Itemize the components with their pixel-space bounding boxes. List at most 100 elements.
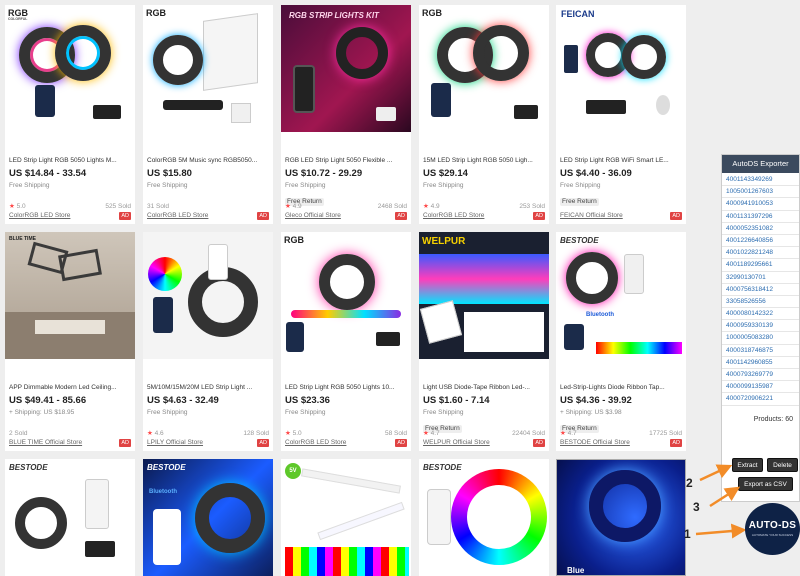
- product-title[interactable]: Light USB Diode-Tape Ribbon Led-...: [423, 383, 545, 392]
- product-title[interactable]: ColorRGB 5M Music sync RGB5050...: [147, 156, 269, 165]
- store-link[interactable]: Gleco Official Store: [285, 212, 341, 219]
- product-card[interactable]: FEICAN LED Strip Light RGB WiFi Smart LE…: [556, 5, 686, 224]
- product-id[interactable]: 4001143349269: [722, 174, 799, 187]
- product-id[interactable]: 4001189295661: [722, 259, 799, 272]
- product-title[interactable]: RGB LED Strip Light 5050 Flexible ...: [285, 156, 407, 165]
- product-id[interactable]: 1005001267603: [722, 186, 799, 199]
- product-id[interactable]: 4001226640856: [722, 235, 799, 248]
- product-image[interactable]: RGB: [281, 232, 411, 359]
- product-image[interactable]: BESTODE: [5, 459, 135, 576]
- sold-count: 22404 Sold: [512, 430, 545, 437]
- product-id[interactable]: 4000756318412: [722, 284, 799, 296]
- product-title[interactable]: LED Strip Light RGB WiFi Smart LE...: [560, 156, 682, 165]
- brand-logo-feican: FEICAN: [561, 9, 595, 19]
- rating: 4.9: [292, 203, 302, 210]
- ad-badge: AD: [670, 439, 682, 447]
- store-link[interactable]: LPILY Official Store: [147, 439, 203, 446]
- store-link[interactable]: ColorRGB LED Store: [423, 212, 484, 219]
- product-price: US $4.63 - 32.49: [147, 395, 219, 406]
- product-image[interactable]: BLUE TIME: [5, 232, 135, 359]
- brand-logo-bestode: BESTODE: [9, 463, 48, 472]
- product-id[interactable]: 4001022821248: [722, 247, 799, 260]
- product-image[interactable]: RGB COLORFUL: [5, 5, 135, 132]
- delete-button[interactable]: Delete: [767, 458, 798, 472]
- product-price: US $14.84 - 33.54: [9, 168, 87, 179]
- product-image[interactable]: WELPUR: [419, 232, 549, 359]
- product-title[interactable]: LED Strip Light RGB 5050 Lights M...: [9, 156, 131, 165]
- rating: 4.9: [430, 203, 440, 210]
- annotation-number-3: 3: [693, 500, 700, 514]
- kit-banner: RGB STRIP LIGHTS KIT: [289, 11, 379, 20]
- logo-text: AUTO-DS: [748, 520, 797, 531]
- shipping-text: Free Shipping: [285, 182, 326, 189]
- product-image[interactable]: RGB: [419, 5, 549, 132]
- product-id[interactable]: 4000080142322: [722, 308, 799, 321]
- product-image[interactable]: BESTODE: [419, 459, 549, 576]
- shipping-text: + Shipping: US $18.95: [9, 409, 75, 416]
- product-card[interactable]: BESTODE Bluetooth: [143, 459, 273, 576]
- arrow-1: [695, 523, 747, 539]
- product-image[interactable]: FEICAN: [556, 5, 686, 132]
- product-card[interactable]: RGB LED Strip Light RGB 5050 Lights 10..…: [281, 232, 411, 451]
- ad-badge: AD: [119, 212, 131, 220]
- store-link[interactable]: BLUE TIME Official Store: [9, 439, 82, 446]
- product-id[interactable]: 4000959330139: [722, 320, 799, 333]
- star-icon: ★: [285, 430, 291, 437]
- free-return-badge: Free Return: [560, 198, 599, 206]
- product-card[interactable]: Blue: [556, 459, 686, 576]
- product-id[interactable]: 4000941910053: [722, 198, 799, 211]
- product-title[interactable]: APP Dimmable Modern Led Ceiling...: [9, 383, 131, 392]
- annotation-number-2: 2: [686, 476, 693, 490]
- product-id[interactable]: 4000720906221: [722, 393, 799, 406]
- product-image[interactable]: BESTODE Bluetooth: [556, 232, 686, 359]
- product-card[interactable]: RGB STRIP LIGHTS KIT RGB LED Strip Light…: [281, 5, 411, 224]
- bluetooth-label: Bluetooth: [149, 489, 177, 495]
- product-card[interactable]: RGB COLORFUL LED Strip Light RGB 5050 Li…: [5, 5, 135, 224]
- store-link[interactable]: ColorRGB LED Store: [147, 212, 208, 219]
- product-image[interactable]: Blue: [557, 460, 685, 575]
- logo-tagline: AUTOMATE YOUR SUCCESS: [751, 533, 794, 537]
- shipping-text: Free Shipping: [285, 409, 326, 416]
- product-image[interactable]: RGB: [143, 5, 273, 132]
- product-title[interactable]: LED Strip Light RGB 5050 Lights 10...: [285, 383, 407, 392]
- product-id[interactable]: 32990130701: [722, 272, 799, 284]
- product-id[interactable]: 4000793269779: [722, 369, 799, 382]
- product-title[interactable]: 5M/10M/15M/20M LED Strip Light ...: [147, 383, 269, 392]
- product-card[interactable]: 5V: [281, 459, 411, 576]
- product-card[interactable]: 5M/10M/15M/20M LED Strip Light ... US $4…: [143, 232, 273, 451]
- store-link[interactable]: FEICAN Official Store: [560, 212, 623, 219]
- product-card[interactable]: WELPUR Light USB Diode-Tape Ribbon Led-.…: [419, 232, 549, 451]
- bluetooth-label: Bluetooth: [586, 312, 614, 318]
- ad-badge: AD: [395, 439, 407, 447]
- shipping-text: Free Shipping: [423, 409, 464, 416]
- product-id[interactable]: 4000318746875: [722, 345, 799, 357]
- ad-badge: AD: [119, 439, 131, 447]
- store-link[interactable]: ColorRGB LED Store: [285, 439, 346, 446]
- store-link[interactable]: BESTODE Official Store: [560, 439, 630, 446]
- store-link[interactable]: ColorRGB LED Store: [9, 212, 70, 219]
- product-card[interactable]: BESTODE Bluetooth Led-Strip-Lights Diode…: [556, 232, 686, 451]
- product-image[interactable]: BESTODE Bluetooth: [143, 459, 273, 576]
- product-image[interactable]: 5V: [281, 459, 411, 576]
- product-image[interactable]: [143, 232, 273, 359]
- product-card[interactable]: RGB ColorRGB 5M Music sync RGB5050... US…: [143, 5, 273, 224]
- product-card[interactable]: BLUE TIME APP Dimmable Modern Led Ceilin…: [5, 232, 135, 451]
- autods-logo-button[interactable]: AUTO-DS AUTOMATE YOUR SUCCESS: [745, 503, 800, 555]
- product-image[interactable]: RGB STRIP LIGHTS KIT: [281, 5, 411, 132]
- product-id[interactable]: 4001142960855: [722, 357, 799, 369]
- product-id[interactable]: 4001131397296: [722, 211, 799, 223]
- product-id[interactable]: 33058526556: [722, 296, 799, 309]
- product-id[interactable]: 1000005083280: [722, 332, 799, 345]
- product-card[interactable]: BESTODE: [5, 459, 135, 576]
- sold-count: 58 Sold: [384, 430, 407, 437]
- product-title[interactable]: Led-Strip-Lights Diode Ribbon Tap...: [560, 383, 682, 392]
- brand-logo-bluetime: BLUE TIME: [9, 236, 36, 242]
- product-card[interactable]: RGB 15M LED Strip Light RGB 5050 Ligh...…: [419, 5, 549, 224]
- product-card[interactable]: BESTODE: [419, 459, 549, 576]
- voltage-badge: 5V: [285, 463, 301, 479]
- product-id[interactable]: 4000052351082: [722, 223, 799, 235]
- store-link[interactable]: WELPUR Official Store: [423, 439, 490, 446]
- product-id[interactable]: 4000099135987: [722, 381, 799, 394]
- product-title[interactable]: 15M LED Strip Light RGB 5050 Ligh...: [423, 156, 545, 165]
- brand-logo-welpur: WELPUR: [422, 236, 466, 247]
